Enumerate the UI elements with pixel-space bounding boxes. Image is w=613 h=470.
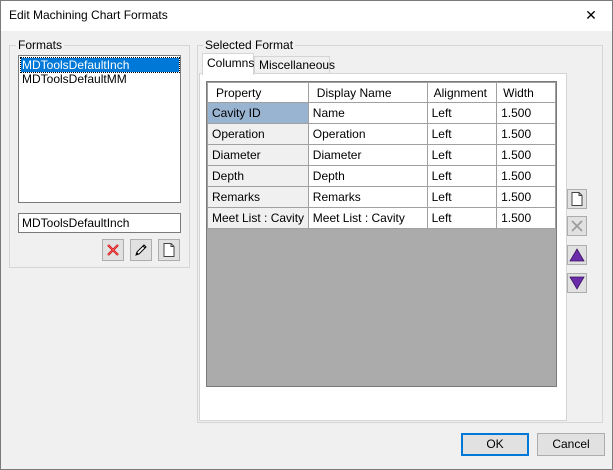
list-item[interactable]: MDToolsDefaultInch [20, 57, 180, 73]
close-icon[interactable]: ✕ [578, 4, 604, 26]
edit-format-button[interactable] [130, 239, 152, 261]
column-header[interactable]: Display Name [307, 82, 428, 103]
display-name-cell[interactable]: Meet List : Cavity [307, 207, 428, 229]
property-cell[interactable]: Operation [207, 123, 309, 145]
delete-column-button[interactable] [567, 216, 587, 236]
column-header[interactable]: Alignment [426, 82, 498, 103]
table-row[interactable]: Remarks Remarks Left 1.500 [207, 186, 556, 208]
pencil-icon [135, 244, 147, 256]
formats-list[interactable]: MDToolsDefaultInch MDToolsDefaultMM [18, 55, 181, 203]
alignment-cell[interactable]: Left [426, 144, 498, 166]
ok-button[interactable]: OK [461, 433, 529, 456]
alignment-cell[interactable]: Left [426, 165, 498, 187]
new-document-icon [163, 243, 175, 257]
arrow-down-icon [569, 276, 585, 290]
table-row[interactable]: Cavity ID Name Left 1.500 [207, 102, 556, 124]
delete-format-button[interactable] [102, 239, 124, 261]
width-cell[interactable]: 1.500 [496, 102, 556, 124]
list-item[interactable]: MDToolsDefaultMM [21, 72, 127, 86]
width-cell[interactable]: 1.500 [496, 144, 556, 166]
width-cell[interactable]: 1.500 [496, 207, 556, 229]
add-column-button[interactable] [567, 189, 587, 209]
property-cell[interactable]: Meet List : Cavity [207, 207, 309, 229]
new-format-button[interactable] [158, 239, 180, 261]
table-row[interactable]: Meet List : Cavity Meet List : Cavity Le… [207, 207, 556, 229]
format-name-input[interactable]: MDToolsDefaultInch [18, 213, 181, 233]
display-name-cell[interactable]: Remarks [307, 186, 428, 208]
alignment-cell[interactable]: Left [426, 207, 498, 229]
table-row[interactable]: Depth Depth Left 1.500 [207, 165, 556, 187]
alignment-cell[interactable]: Left [426, 102, 498, 124]
columns-grid[interactable]: Property Display Name Alignment Width Ca… [206, 81, 557, 387]
display-name-cell[interactable]: Depth [307, 165, 428, 187]
selected-format-group-label: Selected Format [203, 38, 296, 52]
table-row[interactable]: Operation Operation Left 1.500 [207, 123, 556, 145]
tab-columns[interactable]: Columns [202, 53, 254, 75]
delete-x-icon [107, 244, 119, 256]
move-down-button[interactable] [567, 273, 587, 293]
window-title: Edit Machining Chart Formats [9, 8, 168, 22]
formats-group-label: Formats [16, 38, 65, 52]
move-up-button[interactable] [567, 245, 587, 265]
new-document-icon [571, 192, 583, 206]
alignment-cell[interactable]: Left [426, 123, 498, 145]
display-name-cell[interactable]: Name [307, 102, 428, 124]
table-header-row: Property Display Name Alignment Width [207, 82, 556, 103]
width-cell[interactable]: 1.500 [496, 165, 556, 187]
table-row[interactable]: Diameter Diameter Left 1.500 [207, 144, 556, 166]
alignment-cell[interactable]: Left [426, 186, 498, 208]
columns-table: Property Display Name Alignment Width Ca… [207, 82, 556, 229]
arrow-up-icon [569, 248, 585, 262]
delete-x-icon [571, 220, 583, 232]
property-cell[interactable]: Remarks [207, 186, 309, 208]
width-cell[interactable]: 1.500 [496, 186, 556, 208]
property-cell[interactable]: Depth [207, 165, 309, 187]
width-cell[interactable]: 1.500 [496, 123, 556, 145]
display-name-cell[interactable]: Operation [307, 123, 428, 145]
display-name-cell[interactable]: Diameter [307, 144, 428, 166]
column-header[interactable]: Width [496, 82, 556, 103]
column-header[interactable]: Property [207, 82, 309, 103]
property-cell[interactable]: Diameter [207, 144, 309, 166]
tab-miscellaneous[interactable]: Miscellaneous [254, 56, 335, 73]
cancel-button[interactable]: Cancel [537, 433, 605, 456]
property-cell[interactable]: Cavity ID [207, 102, 309, 124]
